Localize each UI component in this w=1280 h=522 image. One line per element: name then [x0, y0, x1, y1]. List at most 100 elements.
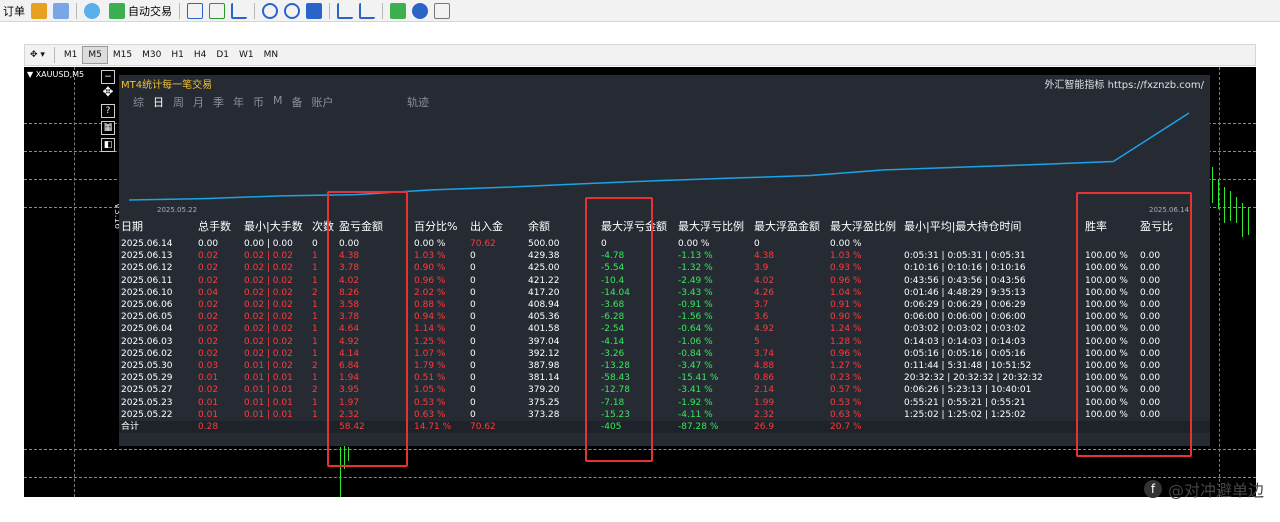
cell-9: -1.56 %	[678, 312, 713, 323]
cell-3: 1	[312, 348, 318, 359]
table-row: 2025.05.23 0.01 0.01 | 0.01 1 1.97 0.53 % 0 375…	[119, 397, 1210, 409]
cell-6: 70.62	[470, 422, 496, 432]
cell-6: 70.62	[470, 239, 496, 249]
cell-9: 最大浮亏比例	[678, 220, 744, 233]
cell-9: -1.92 %	[678, 397, 713, 408]
auto-scroll-icon[interactable]	[337, 2, 353, 19]
cell-6: 0	[470, 312, 476, 323]
cell-7: 401.58	[528, 324, 560, 335]
cell-0: 2025.05.23	[121, 397, 173, 408]
cell-2: 0.02 | 0.02	[244, 348, 293, 359]
table-row: 2025.05.22 0.01 0.01 | 0.01 1 2.32 0.63 % 0 373…	[119, 409, 1210, 421]
cell-1: 0.00	[198, 239, 219, 249]
cell-10: 4.38	[754, 251, 775, 262]
line-chart-icon[interactable]	[231, 2, 247, 19]
table-row: 2025.06.13 0.02 0.02 | 0.02 1 4.38 1.03 % 0 429…	[119, 250, 1210, 262]
main-toolbar: 订单 自动交易	[0, 0, 1280, 22]
cell-3: 1	[312, 263, 318, 274]
cell-3: 1	[312, 336, 318, 347]
window-icon[interactable]: ◧	[101, 138, 115, 152]
panel-brand[interactable]: 外汇智能指标 https://fxznzb.com/	[1044, 76, 1204, 91]
minimize-icon[interactable]: −	[101, 70, 115, 84]
cell-3: 0	[312, 239, 318, 249]
cell-0: 2025.05.27	[121, 385, 173, 396]
indicators-icon[interactable]	[390, 2, 406, 19]
cell-10: 3.7	[754, 300, 769, 310]
timeframe-w1[interactable]: W1	[234, 50, 259, 60]
cell-5: 0.53 %	[414, 397, 446, 408]
cell-7: 405.36	[528, 312, 560, 323]
cell-1: 0.02	[198, 312, 219, 323]
cell-7: 500.00	[528, 239, 560, 249]
timeframe-toolbar: ✥ ▾ M1 M5 M15 M30 H1 H4 D1 W1 MN	[24, 44, 1256, 66]
timeframe-m15[interactable]: M15	[108, 50, 137, 60]
help-icon[interactable]: ?	[101, 104, 115, 118]
cell-10: 3.6	[754, 312, 769, 323]
bar-chart-icon[interactable]	[187, 2, 203, 19]
cell-0: 日期	[121, 220, 143, 233]
cell-7: 379.20	[528, 385, 560, 396]
timeframe-m1[interactable]: M1	[59, 50, 83, 60]
cell-0: 2025.06.02	[121, 348, 173, 359]
table-row: 2025.06.06 0.02 0.02 | 0.02 1 3.58 0.88 % 0 408…	[119, 299, 1210, 311]
cell-1: 0.01	[198, 409, 219, 420]
cell-7: 392.12	[528, 348, 560, 359]
cell-3: 1	[312, 373, 318, 384]
cell-0: 2025.05.29	[121, 373, 173, 384]
timeframe-h4[interactable]: H4	[189, 50, 212, 60]
cell-9: -3.47 %	[678, 361, 713, 371]
cell-3: 1	[312, 397, 318, 408]
cell-9: -3.43 %	[678, 287, 713, 298]
cell-12: 0:10:16 | 0:10:16 | 0:10:16	[904, 263, 1026, 274]
auto-trading-button[interactable]: 自动交易	[103, 1, 175, 21]
cell-2: 0.02 | 0.02	[244, 287, 293, 298]
cell-7: 375.25	[528, 397, 560, 408]
cell-6: 0	[470, 409, 476, 420]
timeframe-d1[interactable]: D1	[211, 50, 234, 60]
candle	[1236, 197, 1237, 223]
cell-6: 出入金	[470, 220, 503, 233]
signal-icon[interactable]	[84, 2, 100, 19]
cell-6: 0	[470, 251, 476, 262]
watermark: f @对冲避单边	[1143, 477, 1264, 501]
cell-2: 0.01 | 0.01	[244, 373, 293, 384]
cell-0: 2025.06.03	[121, 336, 173, 347]
grid-icon[interactable]: ▦	[101, 121, 115, 135]
cell-12: 0:43:56 | 0:43:56 | 0:43:56	[904, 275, 1026, 286]
mt4-window: 订单 自动交易 ✥ ▾ M1 M5 M15 M30 H1 H4 D1 W1 MN	[0, 0, 1280, 522]
cell-12: 0:06:26 | 5:23:13 | 10:40:01	[904, 385, 1032, 396]
cell-11: 0.91 %	[830, 300, 862, 310]
cell-11: 0.90 %	[830, 312, 862, 323]
candlestick-icon[interactable]	[209, 2, 225, 19]
timeframe-h1[interactable]: H1	[166, 50, 189, 60]
orders-button[interactable]: 订单	[0, 1, 28, 21]
cell-3: 2	[312, 361, 318, 371]
timeframe-m5[interactable]: M5	[82, 46, 108, 64]
cell-9: -15.41 %	[678, 373, 719, 384]
cell-2: 0.02 | 0.02	[244, 324, 293, 335]
move-icon[interactable]: ✥	[101, 86, 115, 101]
cell-12: 0:03:02 | 0:03:02 | 0:03:02	[904, 324, 1026, 335]
cell-2: 0.02 | 0.02	[244, 336, 293, 347]
periods-icon[interactable]	[412, 2, 428, 19]
chart-symbol-label[interactable]: ▼ XAUUSD,M5	[27, 70, 84, 79]
timeframe-m30[interactable]: M30	[137, 50, 166, 60]
equity-curve	[128, 112, 1190, 201]
candle	[1242, 203, 1243, 237]
chart-shift-icon[interactable]	[359, 2, 375, 19]
people-icon[interactable]	[53, 2, 69, 19]
cell-0: 2025.06.04	[121, 324, 173, 335]
cell-2: 0.01 | 0.01	[244, 397, 293, 408]
grid-line	[74, 67, 75, 497]
tile-windows-icon[interactable]	[306, 2, 322, 19]
stats-panel: MT4统计每一笔交易 外汇智能指标 https://fxznzb.com/ 综 …	[119, 75, 1210, 446]
cell-6: 0	[470, 324, 476, 335]
diamond-icon[interactable]	[31, 2, 47, 19]
toolbar-separator	[179, 2, 180, 19]
timeframe-mn[interactable]: MN	[259, 50, 284, 60]
zoom-out-icon[interactable]	[284, 2, 300, 19]
crosshair-dropdown[interactable]: ✥ ▾	[25, 50, 50, 60]
cell-0: 2025.06.11	[121, 275, 173, 286]
templates-icon[interactable]	[434, 2, 450, 19]
zoom-in-icon[interactable]	[262, 2, 278, 19]
